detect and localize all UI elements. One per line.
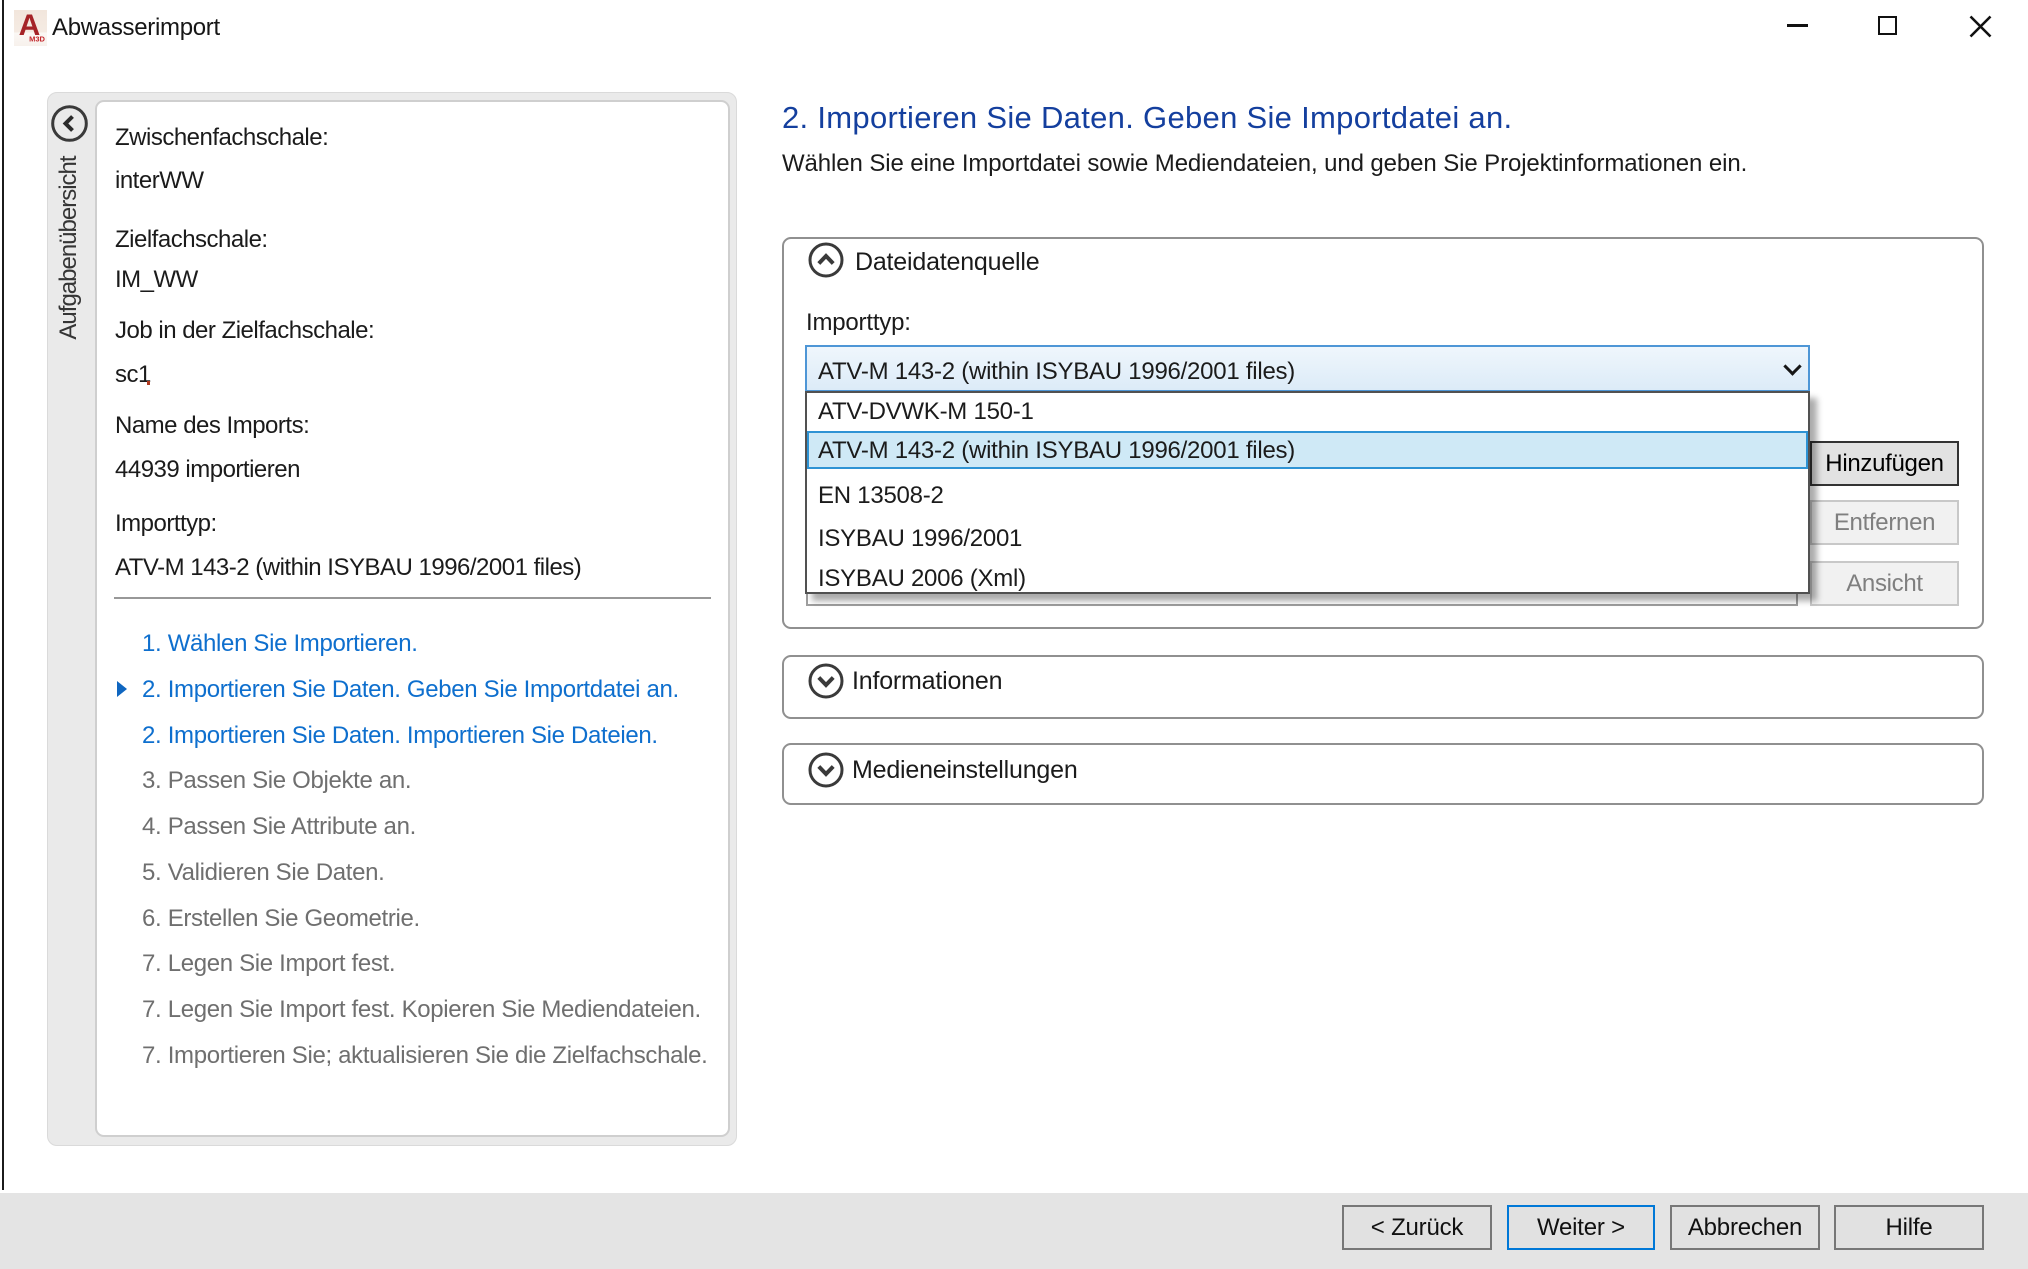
svg-text:M3D: M3D [29, 35, 45, 44]
